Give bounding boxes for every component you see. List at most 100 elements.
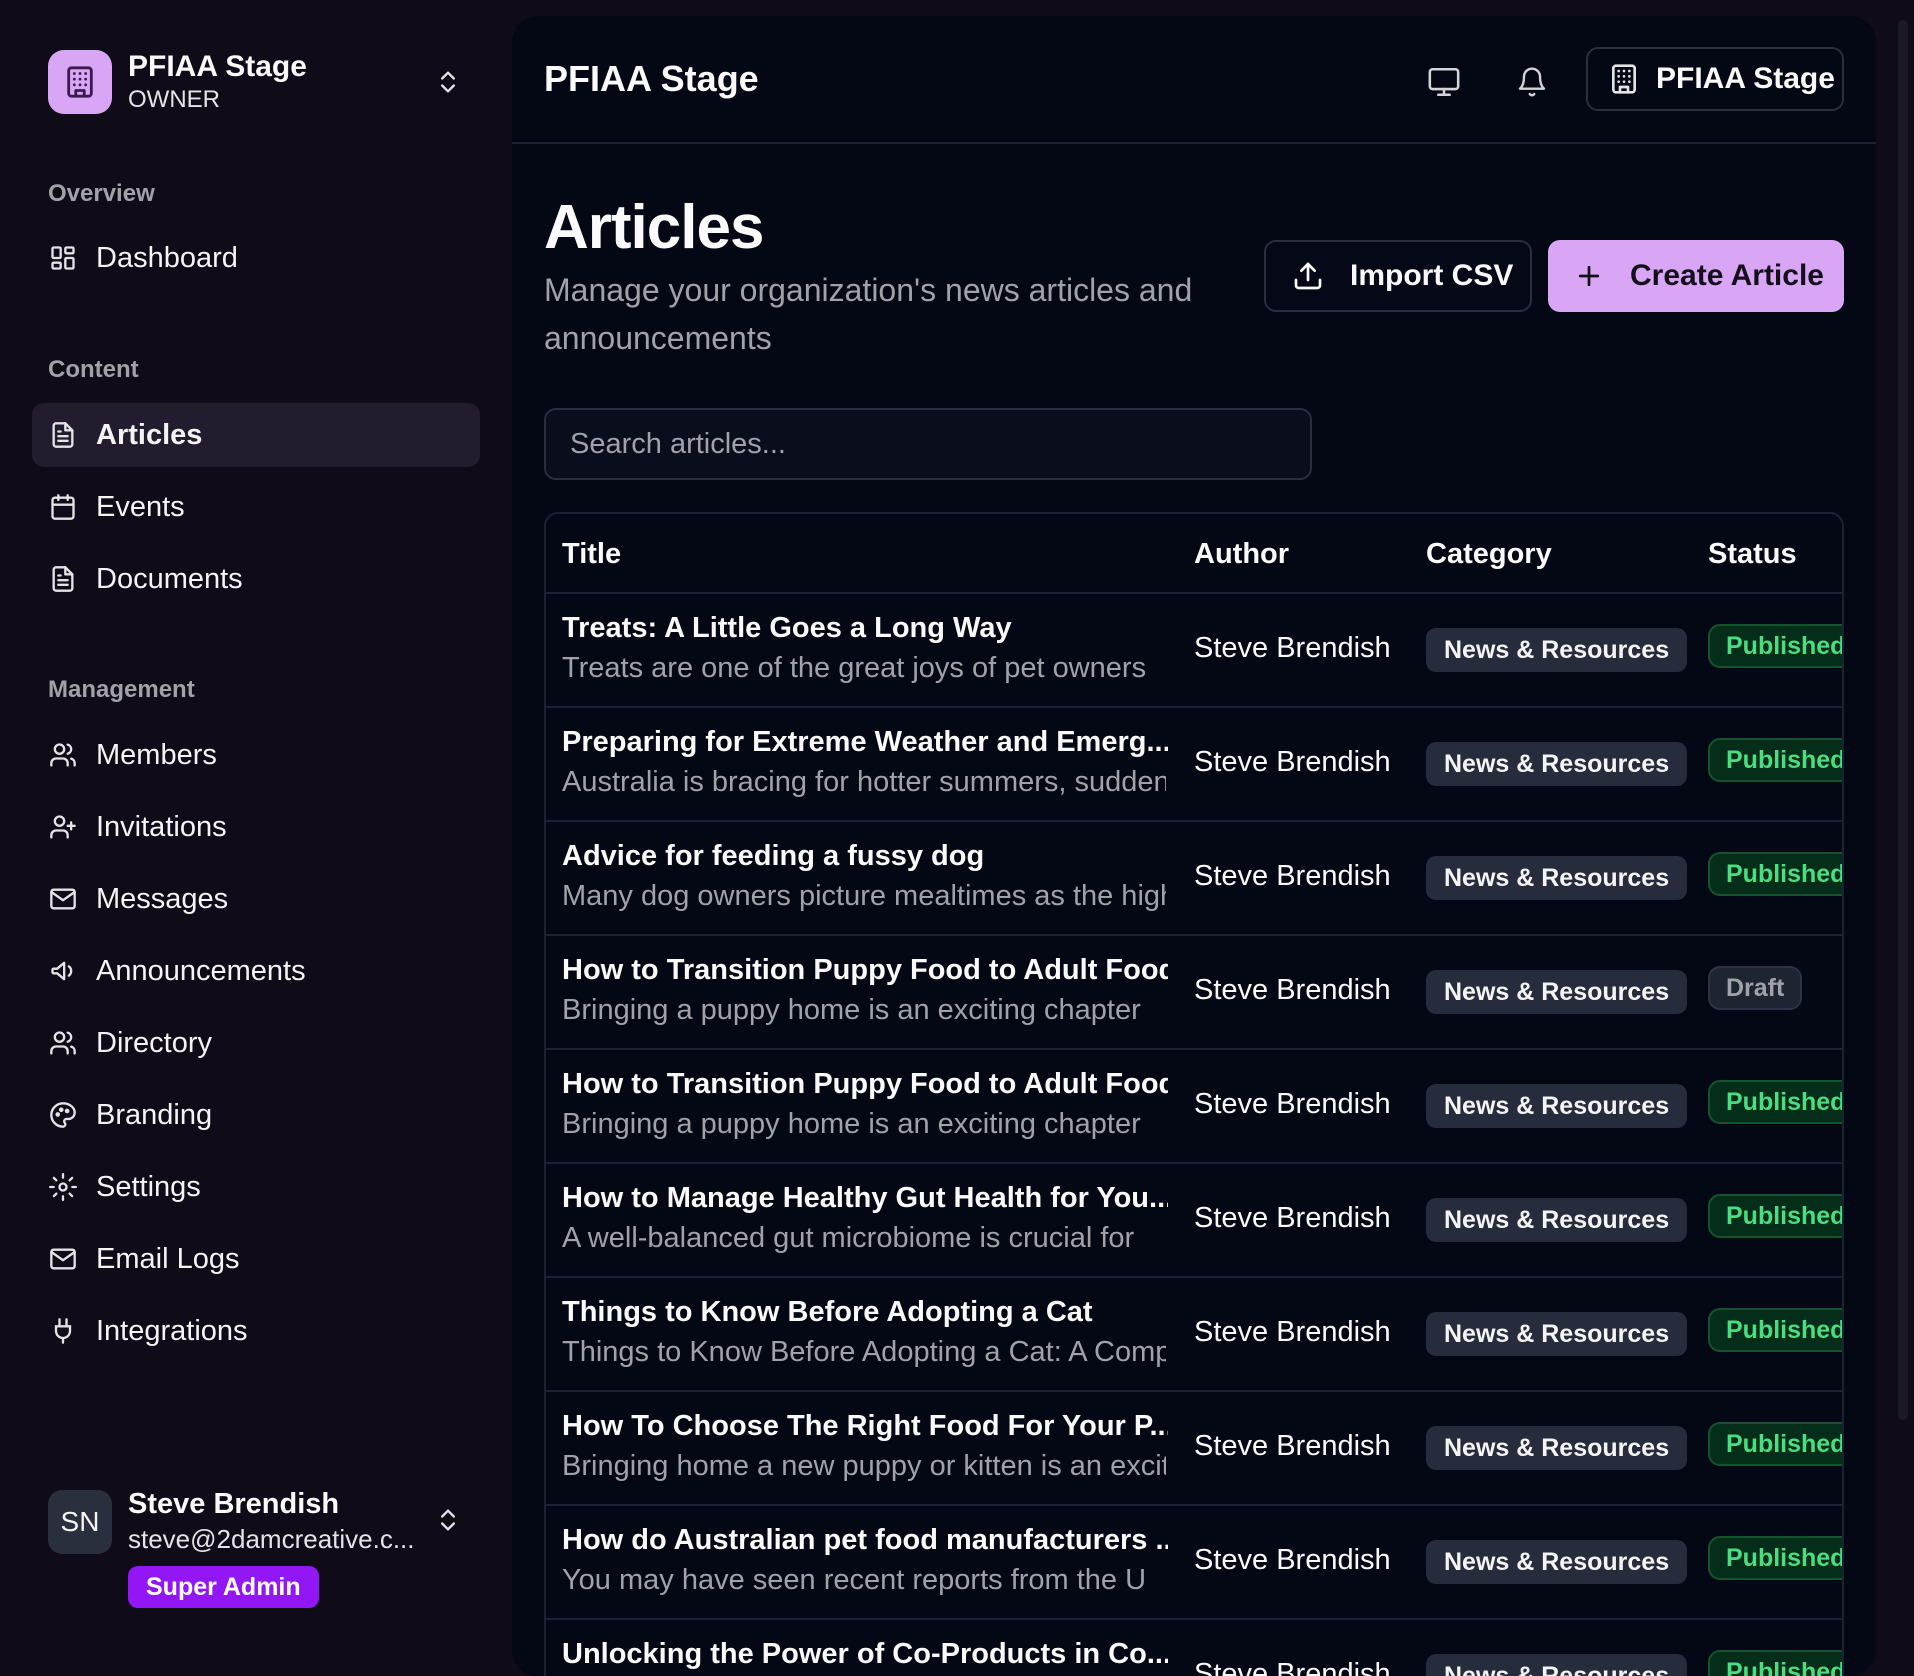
category-badge: News & Resources [1426,970,1688,1014]
table-header: Title Author Category Status [546,514,1842,594]
article-title[interactable]: Things to Know Before Adopting a Cat [562,1296,1168,1329]
org-switcher[interactable]: PFIAA Stage OWNER [48,48,468,116]
sidebar-item-messages[interactable]: Messages [32,867,480,931]
article-author: Steve Brendish [1194,746,1391,778]
table-row[interactable]: How to Transition Puppy Food to Adult Fo… [546,1050,1842,1164]
article-title[interactable]: How to Transition Puppy Food to Adult Fo… [562,954,1168,987]
document-icon [48,420,78,450]
topbar: PFIAA Stage PFIAA Stage [512,16,1876,144]
sidebar-item-email-logs[interactable]: Email Logs [32,1227,480,1291]
users-icon [48,740,78,770]
sidebar-item-integrations[interactable]: Integrations [32,1299,480,1363]
mail-icon [48,884,78,914]
article-author: Steve Brendish [1194,1202,1391,1234]
article-author: Steve Brendish [1194,1544,1391,1576]
sidebar-item-announcements[interactable]: Announcements [32,939,480,1003]
article-excerpt: Bringing a puppy home is an exciting cha… [562,1108,1141,1140]
table-row[interactable]: How to Transition Puppy Food to Adult Fo… [546,936,1842,1050]
table-row[interactable]: How to Manage Healthy Gut Health for You… [546,1164,1842,1278]
article-excerpt: A well-balanced gut microbiome is crucia… [562,1222,1135,1254]
sidebar-item-label: Messages [96,882,229,915]
table-row[interactable]: Unlocking the Power of Co-Products in Co… [546,1620,1842,1676]
sidebar-item-label: Announcements [96,954,306,987]
article-author: Steve Brendish [1194,860,1391,892]
org-role: OWNER [128,86,220,113]
sidebar-item-members[interactable]: Members [32,723,480,787]
sidebar-item-invitations[interactable]: Invitations [32,795,480,859]
table-row[interactable]: Advice for feeding a fussy dog Many dog … [546,822,1842,936]
category-badge: News & Resources [1426,1084,1688,1128]
sidebar-item-label: Invitations [96,810,227,843]
calendar-icon [48,492,78,522]
sidebar-item-articles[interactable]: Articles [32,403,480,467]
table-row[interactable]: Treats: A Little Goes a Long Way Treats … [546,594,1842,708]
article-title[interactable]: Unlocking the Power of Co-Products in Co… [562,1638,1168,1671]
category-badge: News & Resources [1426,1426,1688,1470]
article-excerpt: Bringing a puppy home is an exciting cha… [562,994,1141,1026]
upload-icon [1294,262,1322,290]
article-title[interactable]: Advice for feeding a fussy dog [562,840,1168,873]
palette-icon [48,1100,78,1130]
article-title[interactable]: How to Transition Puppy Food to Adult Fo… [562,1068,1168,1101]
column-header-status[interactable]: Status [1708,538,1797,571]
article-title[interactable]: How To Choose The Right Food For Your P.… [562,1410,1168,1443]
sidebar-item-label: Email Logs [96,1242,240,1275]
sidebar-item-documents[interactable]: Documents [32,547,480,611]
import-csv-button[interactable]: Import CSV [1264,240,1532,312]
user-plus-icon [48,812,78,842]
mail-icon [48,1244,78,1274]
status-badge: Published [1708,738,1842,782]
users-icon [48,1028,78,1058]
category-badge: News & Resources [1426,1540,1688,1584]
column-header-title[interactable]: Title [562,538,621,571]
sidebar-item-settings[interactable]: Settings [32,1155,480,1219]
status-badge: Published [1708,1080,1842,1124]
status-badge: Published [1708,1308,1842,1352]
article-excerpt: Bringing home a new puppy or kitten is a… [562,1450,1166,1482]
category-badge: News & Resources [1426,1198,1688,1242]
monitor-icon[interactable] [1424,62,1464,102]
status-badge: Published [1708,1650,1842,1676]
user-email: steve@2damcreative.c... [128,1524,415,1554]
org-button-label: PFIAA Stage [1656,62,1835,95]
status-badge: Published [1708,1194,1842,1238]
category-badge: News & Resources [1426,1654,1688,1676]
article-title[interactable]: Preparing for Extreme Weather and Emerg.… [562,726,1168,759]
column-header-author[interactable]: Author [1194,538,1289,571]
megaphone-icon [48,956,78,986]
dashboard-icon [48,243,78,273]
sidebar-item-label: Integrations [96,1314,248,1347]
article-title[interactable]: Treats: A Little Goes a Long Way [562,612,1168,645]
org-name: PFIAA Stage [128,50,307,83]
article-author: Steve Brendish [1194,1430,1391,1462]
page-scrollbar[interactable] [1898,20,1908,1420]
search-input[interactable] [544,408,1312,480]
org-button[interactable]: PFIAA Stage [1586,47,1844,111]
article-author: Steve Brendish [1194,632,1391,664]
document-icon [48,564,78,594]
bell-icon[interactable] [1512,62,1552,102]
user-menu[interactable]: SN Steve Brendish steve@2damcreative.c..… [48,1488,468,1608]
status-badge: Published [1708,1536,1842,1580]
role-badge: Super Admin [128,1566,319,1608]
create-article-button[interactable]: Create Article [1548,240,1844,312]
chevrons-up-down-icon [441,1509,455,1531]
table-row[interactable]: How To Choose The Right Food For Your P.… [546,1392,1842,1506]
sidebar-item-branding[interactable]: Branding [32,1083,480,1147]
table-row[interactable]: Things to Know Before Adopting a Cat Thi… [546,1278,1842,1392]
article-title[interactable]: How to Manage Healthy Gut Health for You… [562,1182,1168,1215]
sidebar-item-directory[interactable]: Directory [32,1011,480,1075]
table-row[interactable]: How do Australian pet food manufacturers… [546,1506,1842,1620]
sidebar-item-events[interactable]: Events [32,475,480,539]
article-author: Steve Brendish [1194,974,1391,1006]
sidebar-item-label: Articles [96,418,203,451]
sidebar-item-dashboard[interactable]: Dashboard [32,226,480,290]
table-row[interactable]: Preparing for Extreme Weather and Emerg.… [546,708,1842,822]
status-badge: Published [1708,852,1842,896]
article-excerpt: Things to Know Before Adopting a Cat: A … [562,1336,1166,1368]
section-label-management: Management [48,676,195,703]
column-header-category[interactable]: Category [1426,538,1552,571]
article-author: Steve Brendish [1194,1658,1391,1676]
article-title[interactable]: How do Australian pet food manufacturers… [562,1524,1168,1557]
article-author: Steve Brendish [1194,1088,1391,1120]
